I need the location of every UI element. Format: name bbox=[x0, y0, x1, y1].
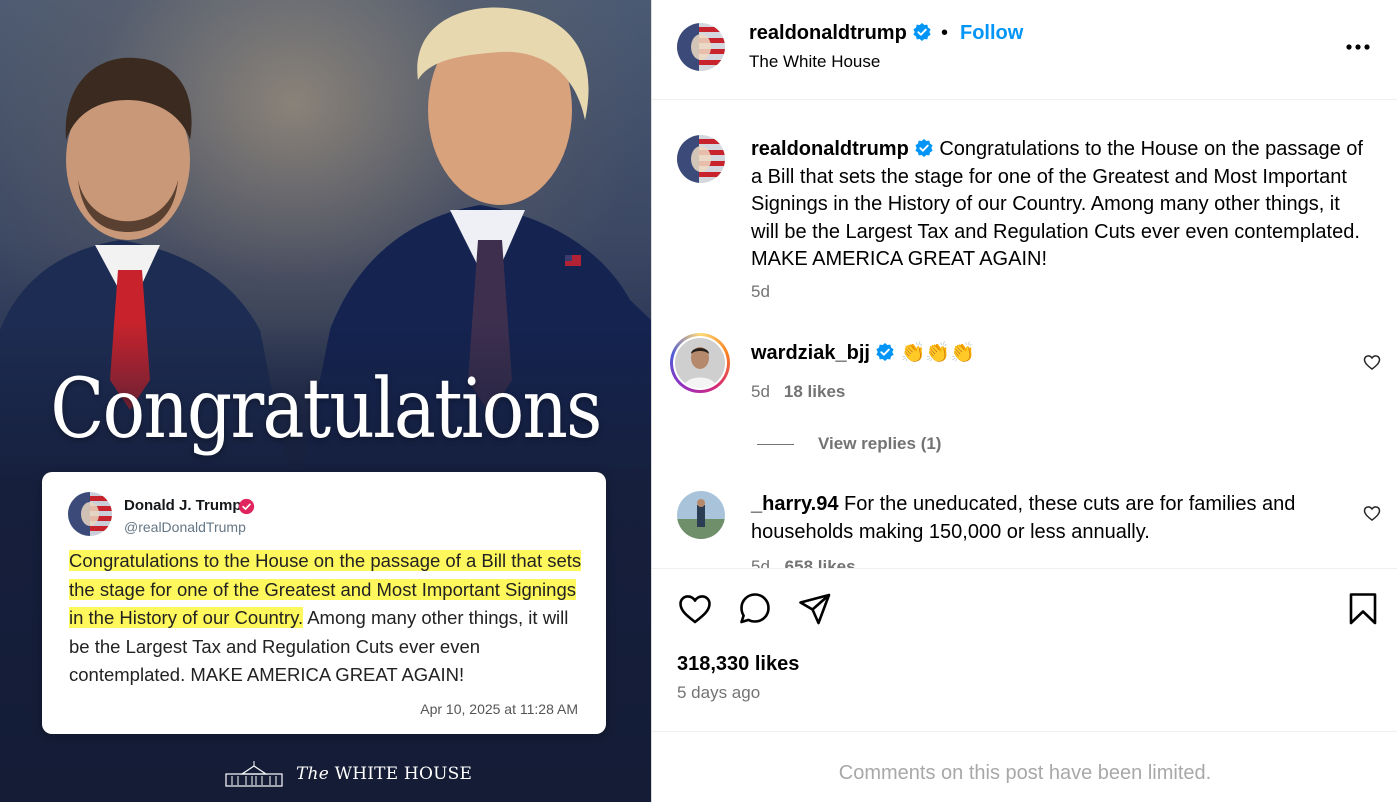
comment-1-meta: 5d 18 likes bbox=[751, 382, 845, 402]
tweet-text: Congratulations to the House on the pass… bbox=[69, 547, 589, 690]
comment-like-heart-icon[interactable] bbox=[1362, 352, 1382, 372]
image-headline: Congratulations bbox=[50, 362, 602, 457]
comments-limited-notice: Comments on this post have been limited. bbox=[652, 731, 1397, 802]
author-subtitle[interactable]: The White House bbox=[749, 52, 880, 72]
white-house-wordmark: The WHITE HOUSE bbox=[296, 764, 473, 784]
post-caption: realdonaldtrump Congratulations to the H… bbox=[751, 136, 1371, 274]
verified-icon bbox=[238, 498, 255, 515]
comment-1-time[interactable]: 5d bbox=[751, 382, 770, 401]
separator-dot: • bbox=[941, 22, 949, 44]
comment-2-likes[interactable]: 658 likes bbox=[785, 557, 856, 568]
caption-avatar[interactable] bbox=[677, 135, 725, 183]
like-heart-icon[interactable] bbox=[677, 591, 713, 627]
tweet-author-handle: @realDonaldTrump bbox=[124, 519, 246, 535]
comment-icon[interactable] bbox=[737, 591, 773, 627]
follow-button[interactable]: Follow bbox=[960, 22, 1023, 45]
post-image[interactable]: Congratulations Donald J. Trump @realDon… bbox=[0, 0, 651, 802]
comment-2: _harry.94 For the uneducated, these cuts… bbox=[751, 491, 1351, 546]
author-username[interactable]: realdonaldtrump bbox=[749, 22, 932, 45]
embedded-tweet-card: Donald J. Trump @realDonaldTrump Congrat… bbox=[42, 472, 606, 734]
post-actions: 318,330 likes 5 days ago bbox=[652, 568, 1397, 731]
tweet-avatar bbox=[68, 492, 112, 536]
comment-1: wardziak_bjj 👏👏👏 bbox=[751, 340, 975, 368]
post-header: realdonaldtrump • Follow The White House bbox=[652, 0, 1397, 100]
view-replies-button[interactable]: View replies (1) bbox=[757, 434, 941, 454]
verified-icon bbox=[876, 343, 894, 361]
comment-1-text: 👏👏👏 bbox=[900, 342, 976, 364]
white-house-logo-icon bbox=[225, 761, 283, 787]
commenter-avatar[interactable] bbox=[677, 491, 725, 539]
more-options-icon[interactable] bbox=[1344, 36, 1372, 58]
comment-1-likes[interactable]: 18 likes bbox=[784, 382, 845, 401]
author-avatar[interactable] bbox=[677, 23, 725, 71]
like-count[interactable]: 318,330 likes bbox=[677, 653, 799, 676]
share-icon[interactable] bbox=[797, 591, 833, 627]
tweet-date: Apr 10, 2025 at 11:28 AM bbox=[420, 701, 578, 717]
comment-like-heart-icon[interactable] bbox=[1362, 503, 1382, 523]
comments-list[interactable]: realdonaldtrump Congratulations to the H… bbox=[652, 100, 1397, 568]
caption-username[interactable]: realdonaldtrump bbox=[751, 138, 909, 160]
comment-2-username[interactable]: _harry.94 bbox=[751, 493, 838, 515]
tweet-author-name: Donald J. Trump bbox=[124, 497, 242, 514]
replies-divider bbox=[757, 443, 794, 445]
white-house-footer: The WHITE HOUSE bbox=[222, 760, 472, 788]
caption-timestamp[interactable]: 5d bbox=[751, 282, 770, 302]
commenter-avatar-story-ring[interactable] bbox=[670, 333, 730, 393]
bookmark-icon[interactable] bbox=[1345, 591, 1381, 627]
comment-2-time[interactable]: 5d bbox=[751, 557, 770, 568]
verified-icon bbox=[915, 139, 933, 157]
post-side-panel: realdonaldtrump • Follow The White House… bbox=[651, 0, 1397, 802]
comment-1-username[interactable]: wardziak_bjj bbox=[751, 342, 870, 364]
comment-2-meta: 5d 658 likes bbox=[751, 557, 856, 568]
verified-icon bbox=[913, 23, 931, 41]
post-age[interactable]: 5 days ago bbox=[677, 683, 760, 703]
